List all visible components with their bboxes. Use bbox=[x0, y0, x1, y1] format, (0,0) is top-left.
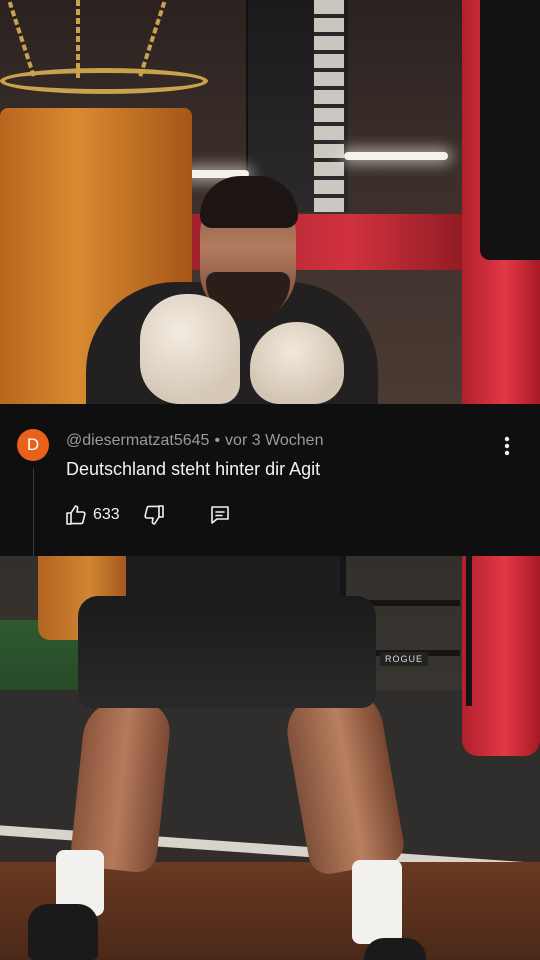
sock-right bbox=[352, 860, 402, 944]
comment-actions: 633 bbox=[64, 502, 232, 528]
avatar[interactable]: D bbox=[17, 429, 49, 461]
rogue-logo: ROGUE bbox=[380, 652, 428, 666]
like-count: 633 bbox=[93, 506, 120, 523]
timestamp: vor 3 Wochen bbox=[225, 432, 324, 449]
reply-button[interactable] bbox=[208, 503, 232, 527]
comment-meta: @diesermatzat5645 • vor 3 Wochen bbox=[66, 432, 323, 450]
boxing-glove-left bbox=[140, 294, 240, 404]
boxing-glove-right bbox=[250, 322, 344, 404]
thread-line bbox=[33, 468, 34, 556]
meta-separator: • bbox=[214, 432, 221, 449]
comment-icon bbox=[210, 506, 229, 524]
comment-card: D @diesermatzat5645 • vor 3 Wochen Deutsch… bbox=[0, 404, 540, 556]
shoe-right bbox=[364, 938, 426, 960]
shoe-left bbox=[28, 904, 98, 960]
ceiling-light bbox=[344, 152, 448, 160]
thumbs-up-icon bbox=[66, 505, 86, 525]
more-options-button[interactable] bbox=[496, 434, 518, 458]
red-punching-bag-bottom bbox=[462, 556, 540, 756]
wall-banner-lettering bbox=[314, 0, 344, 212]
black-punching-bag bbox=[480, 0, 540, 260]
more-vert-icon bbox=[504, 436, 510, 456]
bag-chain bbox=[76, 0, 80, 80]
like-button[interactable]: 633 bbox=[64, 503, 120, 527]
username[interactable]: @diesermatzat5645 bbox=[66, 432, 209, 449]
boxer-shorts bbox=[78, 596, 376, 708]
comment-text: Deutschland steht hinter dir Agit bbox=[66, 459, 321, 479]
dislike-button[interactable] bbox=[142, 503, 166, 527]
thumbs-down-icon bbox=[144, 505, 164, 525]
